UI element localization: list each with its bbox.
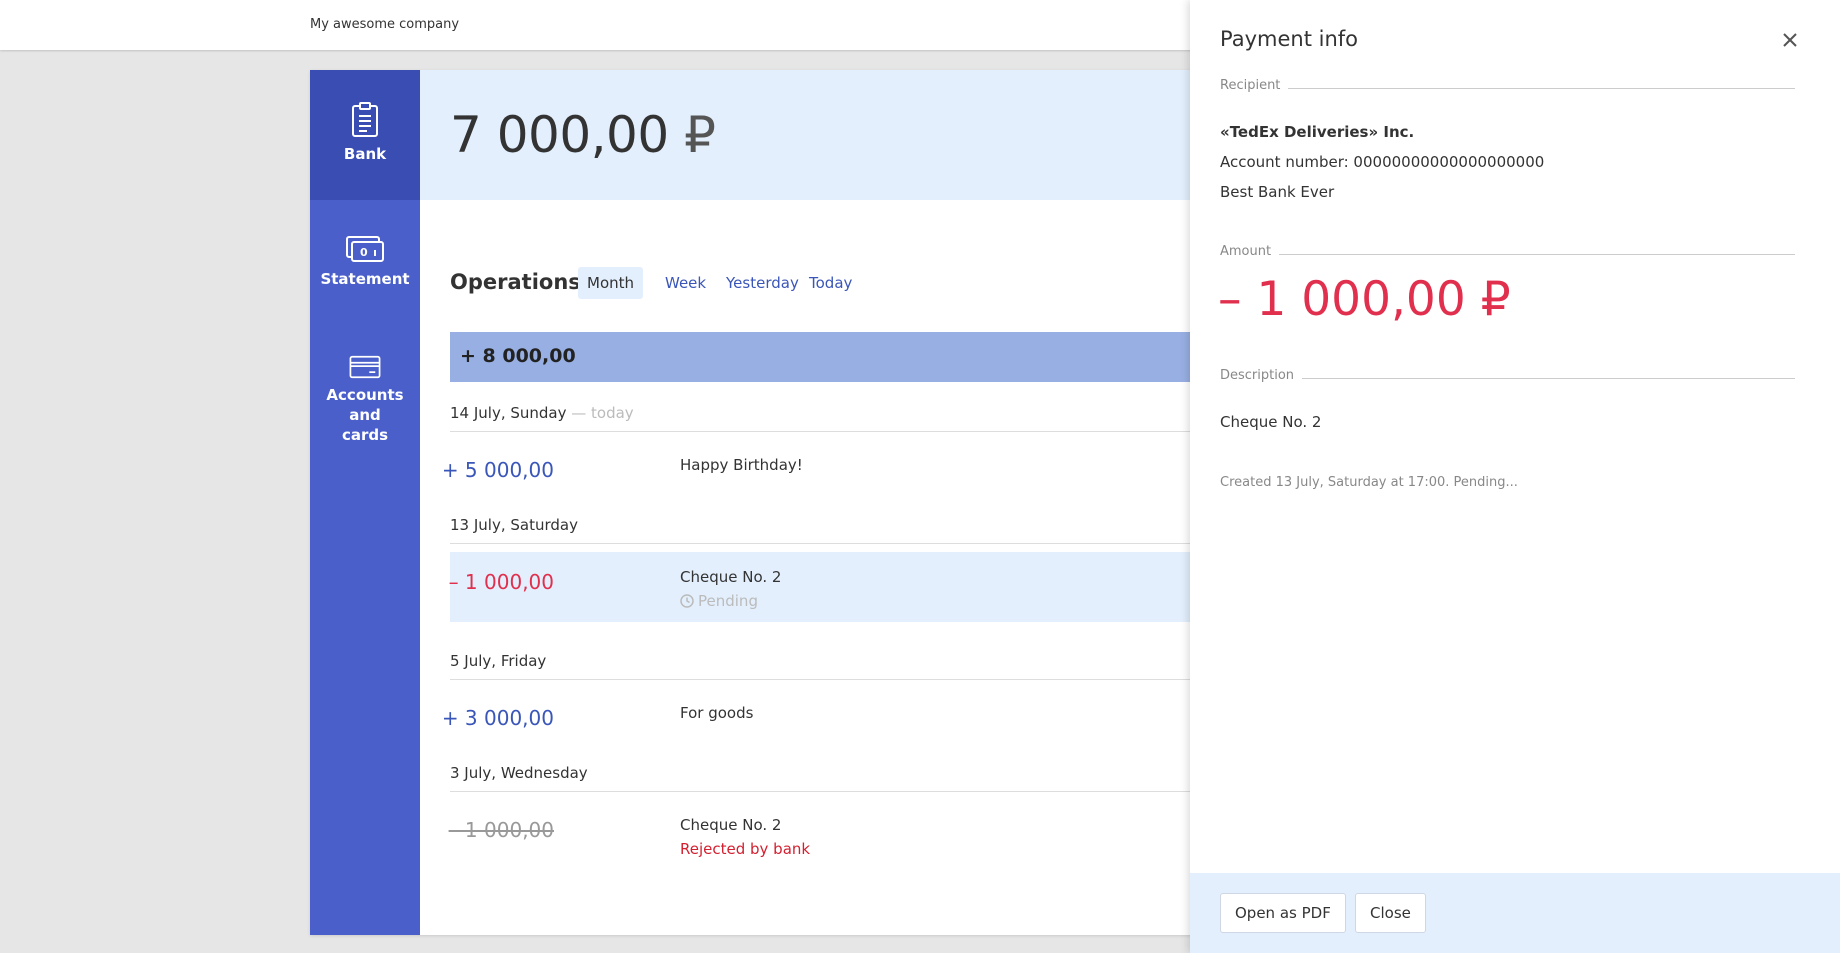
clipboard-icon — [352, 102, 378, 137]
description-section-label: Description — [1220, 368, 1795, 388]
clock-icon — [680, 594, 694, 608]
operation-amount: + 5 000,00 — [441, 458, 554, 482]
bank-name: Best Bank Ever — [1220, 183, 1335, 201]
operation-status: Rejected by bank — [680, 840, 811, 858]
payment-amount: – 1 000,00 ₽ — [1218, 272, 1511, 327]
operation-status: Pending — [680, 592, 758, 610]
currency-symbol: ₽ — [1480, 272, 1511, 327]
recipient-name: «TedEx Deliveries» Inc. — [1220, 123, 1415, 141]
created-status: Created 13 July, Saturday at 17:00. Pend… — [1220, 475, 1518, 490]
open-pdf-button[interactable]: Open as PDF — [1220, 893, 1346, 933]
filter-yesterday[interactable]: Yesterday — [717, 267, 808, 299]
operation-description: Cheque No. 2 — [680, 816, 782, 834]
company-name: My awesome company — [310, 17, 460, 32]
sidebar-item-label: Bank — [343, 145, 387, 163]
panel-title: Payment info — [1220, 27, 1358, 51]
filter-today[interactable]: Today — [800, 267, 861, 299]
amount-section-label: Amount — [1220, 244, 1795, 264]
sidebar-item-bank[interactable]: Bank — [310, 70, 420, 200]
close-icon[interactable] — [1781, 31, 1799, 49]
banknotes-icon: 0 — [346, 236, 384, 262]
sidebar-item-label: Accounts and cards — [326, 386, 404, 444]
balance-amount: 7 000,00 ₽ — [450, 106, 716, 164]
svg-text:0: 0 — [360, 246, 368, 259]
sidebar: Bank 0 Statement Accounts and cards — [310, 70, 420, 935]
sidebar-item-label: Statement — [320, 270, 410, 288]
currency-symbol: ₽ — [684, 106, 716, 164]
filter-month[interactable]: Month — [578, 267, 644, 299]
operation-amount: + 3 000,00 — [441, 706, 554, 730]
operation-description: Cheque No. 2 — [680, 568, 782, 586]
card-icon — [349, 355, 381, 379]
today-note: — today — [566, 404, 634, 422]
filter-week[interactable]: Week — [656, 267, 715, 299]
operations-title: Operations — [450, 270, 581, 294]
operation-amount: – 1 000,00 — [448, 570, 554, 594]
panel-footer: Open as PDF Close — [1190, 873, 1840, 953]
payment-description: Cheque No. 2 — [1220, 413, 1322, 431]
operation-description: Happy Birthday! — [680, 456, 803, 474]
recipient-section-label: Recipient — [1220, 78, 1795, 98]
close-button[interactable]: Close — [1355, 893, 1426, 933]
payment-info-panel: Payment info Recipient «TedEx Deliveries… — [1190, 0, 1840, 953]
sidebar-item-statement[interactable]: 0 Statement — [310, 235, 420, 315]
account-number: Account number: 00000000000000000000 — [1220, 153, 1545, 171]
total-amount: + 8 000,00 — [460, 345, 576, 367]
sidebar-item-accounts-and-cards[interactable]: Accounts and cards — [310, 355, 420, 445]
operation-description: For goods — [680, 704, 754, 722]
operation-amount: – 1 000,00 — [448, 818, 554, 842]
